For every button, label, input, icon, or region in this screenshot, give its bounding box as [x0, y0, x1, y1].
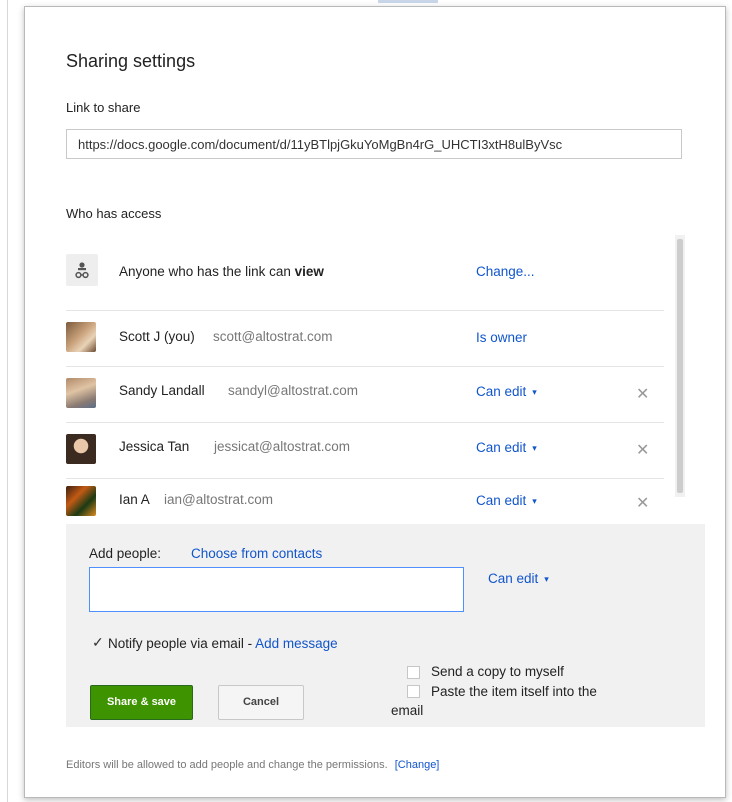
link-access-level: view [294, 264, 324, 279]
send-copy-checkbox[interactable] [407, 666, 420, 679]
chevron-down-icon: ▾ [532, 443, 537, 453]
notify-label: Notify people via email - Add message [108, 636, 338, 651]
change-editors-permission-link[interactable]: [Change] [395, 759, 440, 771]
person-email: sandyl@altostrat.com [228, 383, 359, 398]
chevron-down-icon: ▾ [532, 496, 537, 506]
remove-person-icon[interactable]: ✕ [636, 493, 649, 513]
change-link-access-link[interactable]: Change... [476, 264, 535, 279]
choose-from-contacts-link[interactable]: Choose from contacts [191, 546, 322, 561]
owner-label: Is owner [476, 330, 528, 345]
paste-item-checkbox[interactable] [407, 685, 420, 698]
person-name: Jessica Tan [119, 439, 190, 454]
person-name: Scott J (you) [119, 329, 195, 344]
chevron-down-icon: ▾ [544, 574, 549, 584]
add-people-input[interactable] [89, 567, 464, 612]
chevron-down-icon: ▾ [532, 387, 537, 397]
access-row: Scott J (you) scott@altostrat.com Is own… [66, 310, 664, 367]
background-window-edge [7, 0, 8, 802]
checkmark-icon: ✓ [92, 634, 104, 650]
access-list: Anyone who has the link can view Change.… [66, 235, 685, 525]
permission-value: Can edit [476, 440, 527, 455]
who-has-access-label: Who has access [66, 206, 162, 221]
avatar [66, 434, 96, 464]
remove-person-icon[interactable]: ✕ [636, 440, 649, 460]
paste-item-label-line1: Paste the item itself into the [431, 684, 597, 699]
person-name: Ian A [119, 492, 150, 507]
person-email: ian@altostrat.com [164, 492, 273, 507]
person-email: scott@altostrat.com [213, 329, 333, 344]
notify-text: Notify people via email - [108, 636, 256, 651]
permission-value: Can edit [476, 493, 527, 508]
add-people-panel: Add people: Choose from contacts Can edi… [66, 524, 705, 727]
dialog-title: Sharing settings [66, 51, 196, 71]
access-row: Ian A ian@altostrat.com Can edit ▾ ✕ [66, 478, 664, 524]
avatar [66, 486, 96, 516]
cancel-button[interactable]: Cancel [218, 685, 304, 720]
editors-note-text: Editors will be allowed to add people an… [66, 759, 388, 771]
permission-dropdown[interactable]: Can edit ▾ [476, 384, 537, 399]
link-visibility-icon [66, 254, 98, 286]
access-row: Jessica Tan jessicat@altostrat.com Can e… [66, 422, 664, 479]
send-copy-label: Send a copy to myself [431, 664, 564, 679]
share-and-save-button[interactable]: Share & save [90, 685, 193, 720]
permission-value: Can edit [488, 571, 539, 586]
sharing-settings-dialog: Sharing settings Link to share https://d… [24, 6, 726, 798]
add-permission-dropdown[interactable]: Can edit ▾ [488, 571, 549, 586]
permission-dropdown[interactable]: Can edit ▾ [476, 440, 537, 455]
avatar [66, 378, 96, 408]
permission-dropdown[interactable]: Can edit ▾ [476, 493, 537, 508]
access-row-link: Anyone who has the link can view Change.… [66, 235, 664, 311]
editors-permission-note: Editors will be allowed to add people an… [66, 759, 439, 771]
paste-item-label-line2: email [391, 703, 424, 718]
person-name: Sandy Landall [119, 383, 205, 398]
link-access-text: Anyone who has the link can view [119, 264, 324, 279]
avatar [66, 322, 96, 352]
add-message-link[interactable]: Add message [255, 636, 338, 651]
add-people-label: Add people: [89, 546, 162, 561]
link-to-share-label: Link to share [66, 100, 141, 115]
remove-person-icon[interactable]: ✕ [636, 384, 649, 404]
permission-value: Can edit [476, 384, 527, 399]
link-access-prefix: Anyone who has the link can [119, 264, 295, 279]
access-row: Sandy Landall sandyl@altostrat.com Can e… [66, 366, 664, 423]
share-link-field[interactable]: https://docs.google.com/document/d/11yBT… [66, 129, 682, 159]
notify-checkbox[interactable]: ✓ [91, 634, 104, 650]
person-email: jessicat@altostrat.com [214, 439, 350, 454]
